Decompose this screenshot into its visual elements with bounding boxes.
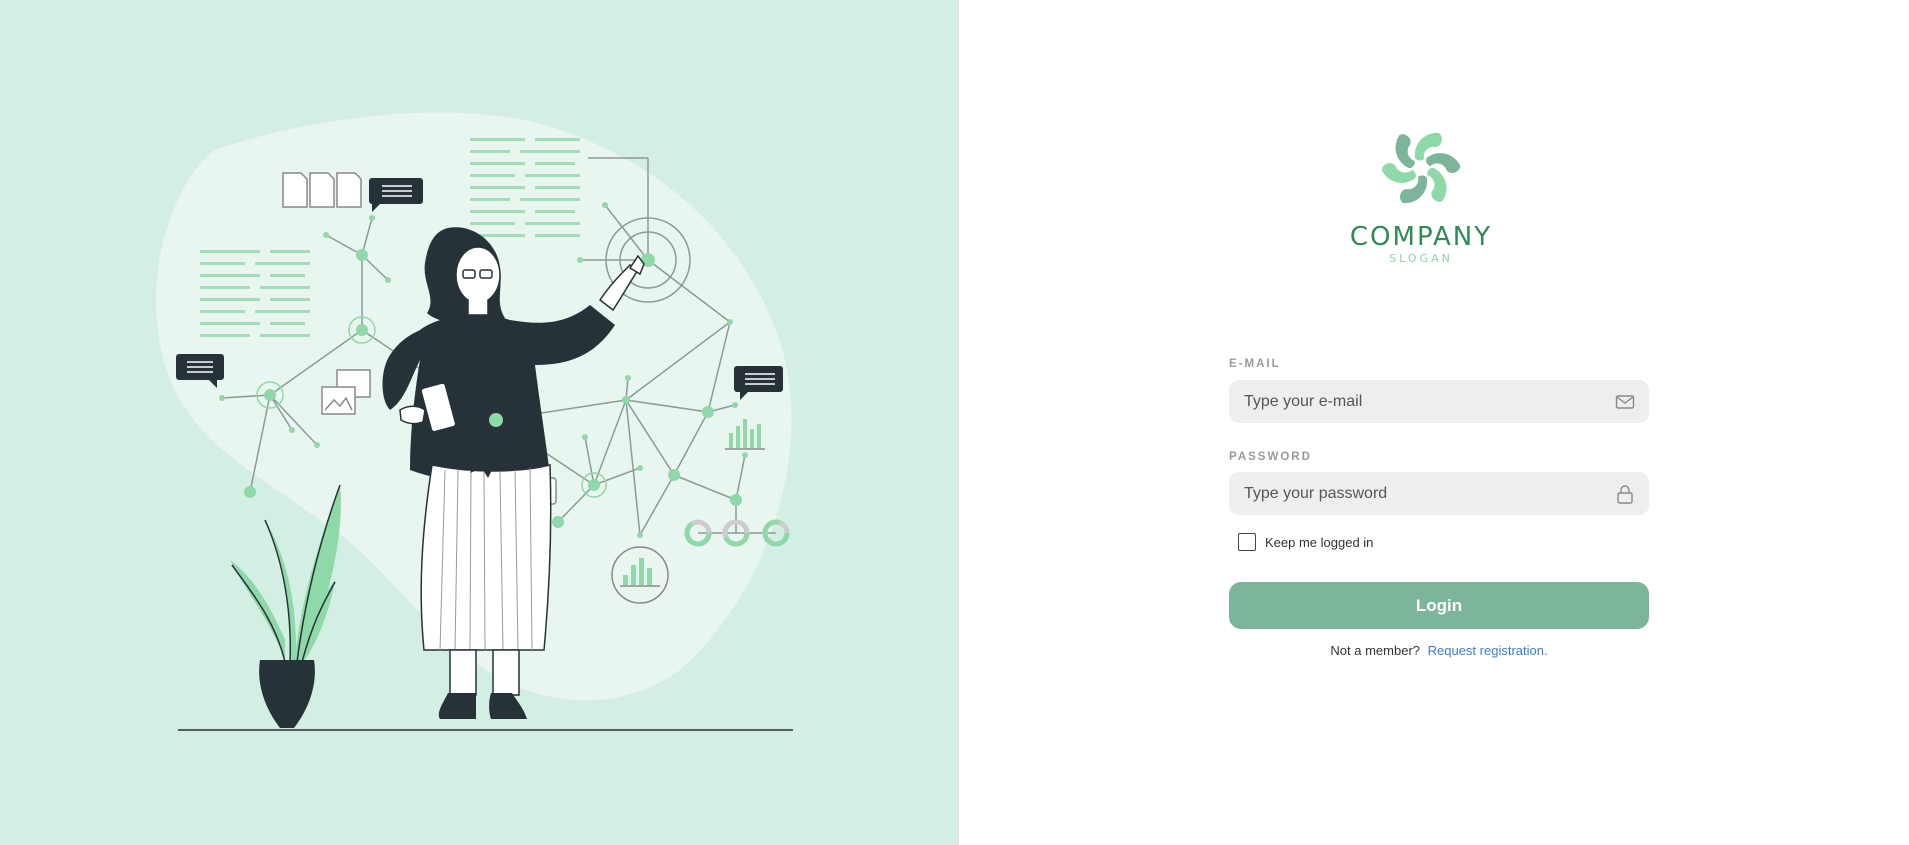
bar-chart-icon-circle (611, 546, 669, 604)
logo-mark-icon (1381, 132, 1461, 204)
document-icon (282, 172, 362, 208)
lock-icon (1617, 485, 1633, 504)
login-button[interactable]: Login (1229, 582, 1649, 629)
keep-logged-in-label[interactable]: Keep me logged in (1265, 535, 1373, 550)
company-name: COMPANY (1349, 222, 1493, 252)
login-panel: COMPANY SLOGAN E-MAIL PASSWORD Keep me l… (959, 0, 1909, 845)
register-prompt: Not a member? Request registration. (1229, 643, 1649, 658)
keep-logged-in-checkbox[interactable] (1238, 533, 1256, 551)
request-registration-link[interactable]: Request registration. (1428, 643, 1548, 658)
illustration-panel (0, 0, 959, 845)
password-input[interactable] (1229, 472, 1614, 515)
code-snippet-top (470, 138, 580, 237)
password-label: PASSWORD (1229, 451, 1312, 463)
illustration (156, 112, 793, 731)
company-logo: COMPANY SLOGAN (1350, 120, 1490, 265)
company-slogan: SLOGAN (1389, 252, 1453, 265)
register-prompt-text: Not a member? (1330, 643, 1420, 658)
email-field-container (1229, 380, 1649, 423)
password-field-container (1229, 472, 1649, 515)
email-label: E-MAIL (1229, 358, 1281, 370)
email-input[interactable] (1229, 380, 1614, 423)
mail-icon (1615, 395, 1635, 409)
